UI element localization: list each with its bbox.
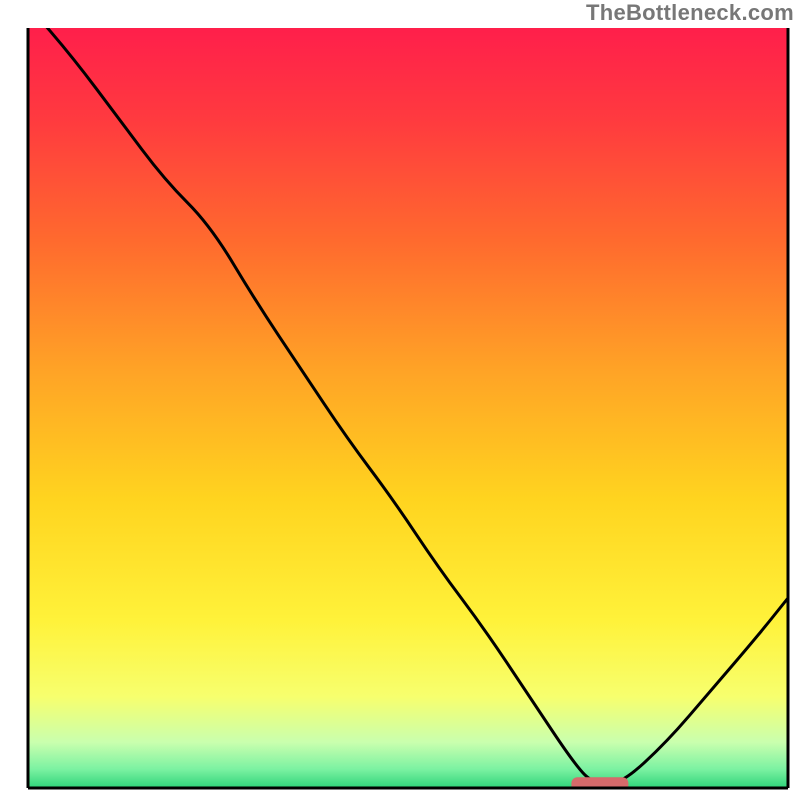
bottleneck-chart xyxy=(0,0,800,800)
plot-background xyxy=(28,28,788,788)
attribution-text: TheBottleneck.com xyxy=(586,0,794,26)
